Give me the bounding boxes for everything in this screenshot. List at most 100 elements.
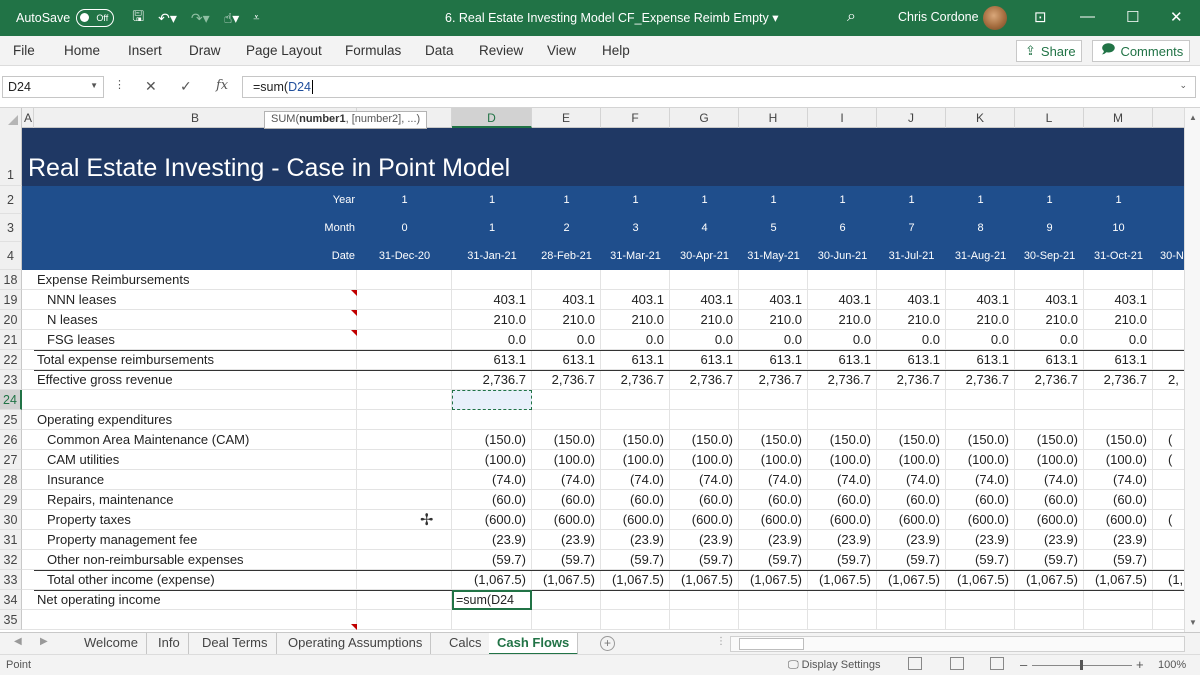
value-cell[interactable]: (100.0) <box>532 450 601 470</box>
value-cell[interactable]: 403.1 <box>1084 290 1153 310</box>
value-cell[interactable]: (23.9) <box>946 530 1015 550</box>
value-cell[interactable]: (23.9) <box>452 530 532 550</box>
value-cell[interactable]: (1,067.5) <box>1084 570 1153 590</box>
value-cell[interactable]: 613.1 <box>877 350 946 370</box>
column-header-i[interactable]: I <box>808 108 877 128</box>
zoom-out-icon[interactable]: – <box>1020 657 1027 672</box>
date-cell[interactable]: 31-Mar-21 <box>601 242 670 270</box>
editing-cell-d34[interactable]: =sum(D24 <box>452 590 532 610</box>
display-settings-button[interactable]: 🖵 Display Settings <box>788 659 881 672</box>
value-cell[interactable]: (74.0) <box>946 470 1015 490</box>
value-cell[interactable]: (60.0) <box>739 490 808 510</box>
month-cell[interactable]: 6 <box>808 214 877 242</box>
expand-formula-bar-icon[interactable]: ⌄ <box>1179 80 1187 91</box>
value-cell[interactable]: 403.1 <box>670 290 739 310</box>
page-layout-view-icon[interactable] <box>950 657 964 670</box>
value-cell[interactable]: 0.0 <box>877 330 946 350</box>
value-cell[interactable]: (1,067.5) <box>946 570 1015 590</box>
redo-icon[interactable]: ↷▾ <box>191 10 210 27</box>
value-cell[interactable]: 2, <box>1168 370 1184 390</box>
tab-home[interactable]: Home <box>64 43 100 58</box>
value-cell[interactable]: (74.0) <box>532 470 601 490</box>
avatar[interactable] <box>983 6 1007 30</box>
row-header[interactable]: 20 <box>0 310 22 330</box>
row-header[interactable]: 32 <box>0 550 22 570</box>
month-cell[interactable]: 10 <box>1084 214 1153 242</box>
value-cell[interactable]: (60.0) <box>452 490 532 510</box>
value-cell[interactable]: 210.0 <box>877 310 946 330</box>
value-cell[interactable]: 210.0 <box>452 310 532 330</box>
minimize-button[interactable]: — <box>1080 8 1095 25</box>
value-cell[interactable]: 613.1 <box>452 350 532 370</box>
value-cell[interactable]: (1,067.5) <box>452 570 532 590</box>
value-cell[interactable]: 403.1 <box>1015 290 1084 310</box>
value-cell[interactable]: (150.0) <box>532 430 601 450</box>
row-header[interactable]: 3 <box>0 214 22 242</box>
value-cell[interactable]: 403.1 <box>877 290 946 310</box>
name-box[interactable]: D24 ▼ <box>2 76 104 98</box>
scroll-up-icon[interactable]: ▲ <box>1189 113 1197 122</box>
month-opening-value[interactable]: 0 <box>357 214 452 242</box>
value-cell[interactable]: (23.9) <box>1015 530 1084 550</box>
value-cell[interactable]: 210.0 <box>946 310 1015 330</box>
column-header-d[interactable]: D <box>452 108 532 128</box>
value-cell[interactable]: 0.0 <box>452 330 532 350</box>
value-cell[interactable]: 0.0 <box>739 330 808 350</box>
value-cell[interactable]: (23.9) <box>739 530 808 550</box>
value-cell[interactable]: (100.0) <box>808 450 877 470</box>
row-header[interactable]: 24 <box>0 390 22 410</box>
month-cell[interactable]: 2 <box>532 214 601 242</box>
row-label[interactable]: Repairs, maintenance <box>47 490 173 510</box>
value-cell[interactable]: 0.0 <box>601 330 670 350</box>
value-cell[interactable]: (1,067.5) <box>1015 570 1084 590</box>
value-cell[interactable]: 210.0 <box>1015 310 1084 330</box>
value-cell[interactable]: (100.0) <box>946 450 1015 470</box>
row-label[interactable]: Property management fee <box>47 530 197 550</box>
value-cell[interactable]: 403.1 <box>452 290 532 310</box>
value-cell[interactable]: (23.9) <box>808 530 877 550</box>
value-cell[interactable]: (600.0) <box>739 510 808 530</box>
value-cell[interactable]: (100.0) <box>670 450 739 470</box>
year-cell[interactable]: 1 <box>452 186 532 214</box>
value-cell[interactable]: (600.0) <box>452 510 532 530</box>
value-cell[interactable]: 613.1 <box>946 350 1015 370</box>
value-cell[interactable]: (59.7) <box>1084 550 1153 570</box>
value-cell[interactable]: (150.0) <box>808 430 877 450</box>
date-cell[interactable]: 31-May-21 <box>739 242 808 270</box>
value-cell[interactable]: (74.0) <box>601 470 670 490</box>
tab-help[interactable]: Help <box>602 43 630 58</box>
year-opening-value[interactable]: 1 <box>357 186 452 214</box>
value-cell[interactable]: (74.0) <box>808 470 877 490</box>
value-cell[interactable]: (59.7) <box>601 550 670 570</box>
value-cell[interactable]: (23.9) <box>670 530 739 550</box>
value-cell[interactable]: (600.0) <box>670 510 739 530</box>
row-header[interactable]: 35 <box>0 610 22 630</box>
sheet-tab-info[interactable]: Info <box>150 633 189 655</box>
value-cell[interactable]: 0.0 <box>1084 330 1153 350</box>
value-cell[interactable]: 613.1 <box>601 350 670 370</box>
value-cell[interactable]: (1,067.5) <box>739 570 808 590</box>
column-header-l[interactable]: L <box>1015 108 1084 128</box>
zoom-slider[interactable] <box>1032 660 1132 670</box>
month-cell[interactable]: 3 <box>601 214 670 242</box>
value-cell[interactable]: (100.0) <box>452 450 532 470</box>
year-cell[interactable]: 1 <box>1015 186 1084 214</box>
value-cell[interactable]: 403.1 <box>808 290 877 310</box>
vertical-scrollbar[interactable]: ▲ ▼ <box>1184 108 1200 632</box>
date-cell[interactable]: 30-Jun-21 <box>808 242 877 270</box>
sheet-tab-welcome[interactable]: Welcome <box>76 633 147 655</box>
zoom-level[interactable]: 100% <box>1158 659 1186 671</box>
row-header[interactable]: 29 <box>0 490 22 510</box>
value-cell[interactable]: 2,736.7 <box>1084 370 1153 390</box>
value-cell[interactable]: (1,067.5) <box>601 570 670 590</box>
normal-view-icon[interactable] <box>908 657 922 670</box>
value-cell[interactable]: 613.1 <box>1084 350 1153 370</box>
comment-indicator-icon[interactable] <box>351 290 357 296</box>
value-cell[interactable]: 2,736.7 <box>1015 370 1084 390</box>
tab-file[interactable]: File <box>13 43 35 58</box>
row-label[interactable]: Expense Reimbursements <box>37 270 189 290</box>
value-cell[interactable]: (23.9) <box>532 530 601 550</box>
row-header[interactable]: 33 <box>0 570 22 590</box>
sheet-tab-calcs[interactable]: Calcs <box>441 633 491 655</box>
value-cell[interactable]: ( <box>1168 430 1184 450</box>
